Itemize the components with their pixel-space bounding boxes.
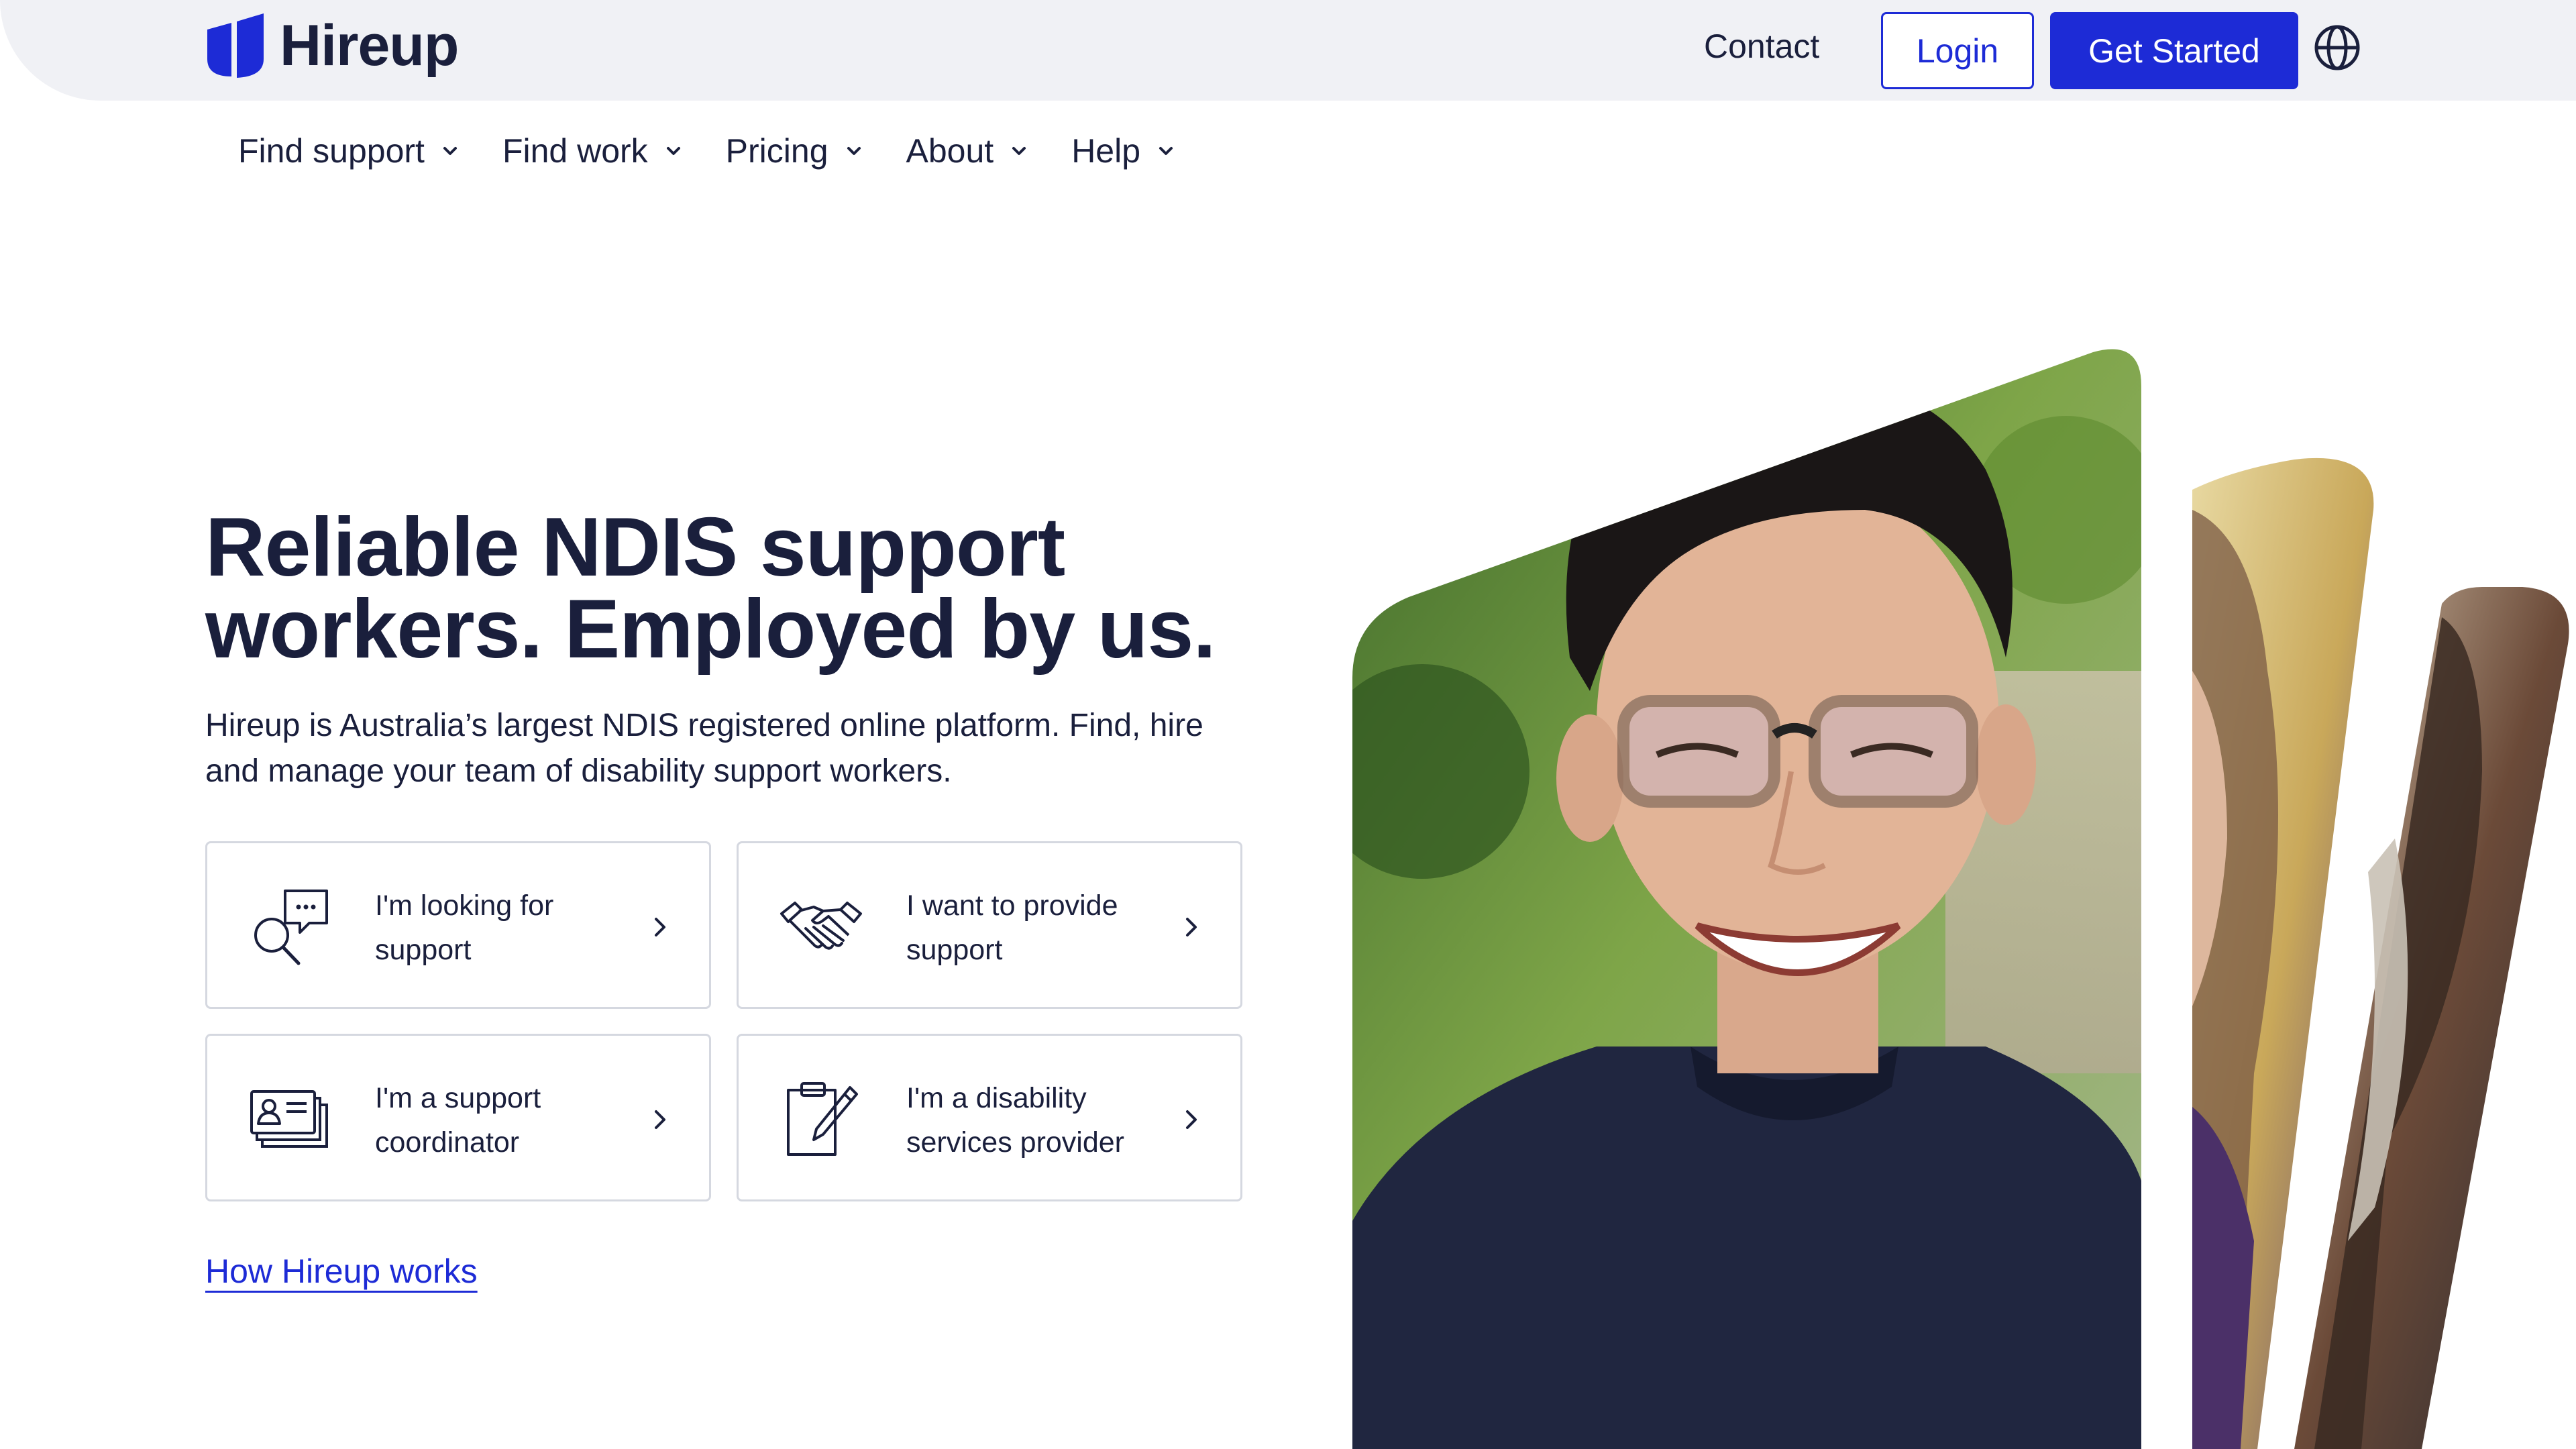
chevron-right-icon <box>1186 918 1197 936</box>
nav-find-work[interactable]: Find work <box>502 131 684 170</box>
chevron-down-icon <box>1159 147 1173 155</box>
hero-subtitle: Hireup is Australia’s largest NDIS regis… <box>205 708 1203 789</box>
nav-find-support[interactable]: Find support <box>238 131 461 170</box>
how-hireup-works-link[interactable]: How Hireup works <box>205 1252 478 1291</box>
photo-panel-second <box>2192 458 2374 1449</box>
chevron-down-icon <box>666 147 680 155</box>
chevron-right-icon <box>1186 1110 1197 1129</box>
chevron-down-icon <box>443 147 457 155</box>
nav-label: About <box>906 132 994 170</box>
globe-icon[interactable] <box>2313 23 2361 72</box>
chevron-right-icon <box>655 918 665 936</box>
search-chat-icon <box>254 890 328 965</box>
page: Hireup Contact Login Get Started Find su… <box>0 0 2576 1449</box>
card-label: I'm a support coordinator <box>375 1082 541 1159</box>
brand-name: Hireup <box>280 13 459 78</box>
nav-help[interactable]: Help <box>1071 131 1177 170</box>
nav-label: Find work <box>502 132 648 170</box>
card-label: I'm looking for support <box>375 890 554 966</box>
contact-link[interactable]: Contact <box>1704 27 1819 66</box>
nav-pricing[interactable]: Pricing <box>726 131 865 170</box>
nav-label: Help <box>1071 132 1141 170</box>
chevron-down-icon <box>847 147 861 155</box>
hero-title-line-1: Reliable NDIS support <box>205 501 1065 594</box>
photo-panel-main <box>1352 349 2141 1449</box>
login-button[interactable]: Login <box>1881 12 2034 89</box>
nav-about[interactable]: About <box>906 131 1030 170</box>
card-provide-support[interactable]: I want to provide support <box>737 841 1242 1009</box>
card-label: I want to provide support <box>906 890 1118 966</box>
card-label: I'm a disability services provider <box>906 1082 1124 1159</box>
hero-title-line-2: workers. Employed by us. <box>205 583 1216 676</box>
hero-title: Reliable NDIS support workers. Employed … <box>205 506 1346 671</box>
chevron-right-icon <box>655 1110 665 1129</box>
nav-label: Pricing <box>725 132 828 170</box>
clipboard-pen-icon <box>787 1082 858 1156</box>
card-disability-services-provider[interactable]: I'm a disability services provider <box>737 1034 1242 1201</box>
card-looking-for-support[interactable]: I'm looking for support <box>205 841 711 1009</box>
id-cards-icon <box>250 1090 328 1148</box>
nav-label: Find support <box>238 132 425 170</box>
chevron-down-icon <box>1012 147 1026 155</box>
photo-panel-third <box>2294 587 2569 1449</box>
logo-mark-icon <box>207 13 264 78</box>
card-support-coordinator[interactable]: I'm a support coordinator <box>205 1034 711 1201</box>
hireup-logo[interactable]: Hireup <box>205 12 459 79</box>
handshake-icon <box>780 902 862 950</box>
get-started-button[interactable]: Get Started <box>2050 12 2298 89</box>
main-nav: Find support Find work Pricing About Hel… <box>238 131 1218 170</box>
